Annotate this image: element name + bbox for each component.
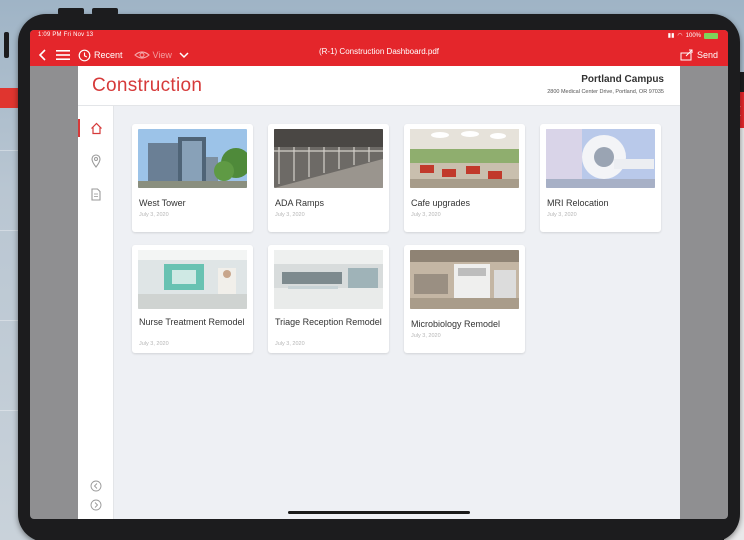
project-card-cafe-upgrades[interactable]: Cafe upgrades July 3, 2020 (404, 124, 525, 232)
send-button[interactable]: Send (680, 49, 718, 61)
home-icon (90, 122, 102, 134)
project-card-microbiology-remodel[interactable]: Microbiology Remodel July 3, 2020 (404, 245, 525, 353)
wifi-icon: ◠ (677, 33, 683, 39)
toolbar-nav: Recent View Send (30, 44, 728, 66)
dashboard-page: Construction Portland Campus 2800 Medica… (78, 66, 680, 519)
home-indicator[interactable] (288, 511, 470, 514)
project-date: July 3, 2020 (411, 333, 441, 339)
tablet-side-button (4, 32, 9, 58)
sidebar (78, 106, 114, 519)
sidebar-item-documents[interactable] (78, 183, 114, 205)
project-photo (138, 129, 247, 188)
project-name: MRI Relocation (547, 198, 609, 208)
project-name: Cafe upgrades (411, 198, 471, 208)
hamburger-menu-icon (56, 50, 70, 60)
eye-icon (133, 51, 150, 59)
signal-icon: ▮▮ (667, 33, 675, 39)
page-header: Construction Portland Campus 2800 Medica… (78, 66, 680, 106)
project-date: July 3, 2020 (547, 212, 577, 218)
sidebar-item-locations[interactable] (78, 150, 114, 172)
app-toolbar: 1:09 PM Fri Nov 13 ▮▮ ◠ 100% (R-1) Const… (30, 30, 728, 66)
project-name: ADA Ramps (275, 198, 325, 208)
campus-address: 2800 Medical Center Drive, Portland, OR … (547, 89, 664, 95)
clock-icon (78, 49, 91, 61)
project-name: Triage Reception Remodel (275, 317, 382, 327)
campus-name: Portland Campus (581, 74, 664, 85)
share-icon (680, 49, 693, 61)
back-chevron-icon (38, 49, 46, 61)
sidebar-expand-button[interactable] (78, 494, 114, 516)
project-date: July 3, 2020 (275, 341, 305, 347)
project-photo (274, 129, 383, 188)
battery-percent: 100% (685, 32, 701, 39)
send-label: Send (696, 50, 718, 60)
project-date: July 3, 2020 (139, 212, 169, 218)
back-button[interactable] (38, 48, 48, 62)
project-photo (410, 250, 519, 309)
status-time: 1:09 PM Fri Nov 13 (38, 32, 94, 38)
project-date: July 3, 2020 (411, 212, 441, 218)
project-date: July 3, 2020 (275, 212, 305, 218)
view-label: View (152, 50, 172, 60)
view-button[interactable]: View (133, 50, 190, 60)
tablet-screen: 1:09 PM Fri Nov 13 ▮▮ ◠ 100% (R-1) Const… (30, 30, 728, 519)
battery-icon (704, 32, 718, 39)
tablet-button (58, 8, 84, 15)
page-title: Construction (92, 75, 203, 96)
status-indicators: ▮▮ ◠ 100% (668, 32, 718, 39)
chevron-down-icon (179, 52, 189, 59)
chevron-left-circle-icon (90, 480, 102, 492)
chevron-right-circle-icon (90, 499, 102, 511)
sidebar-item-home[interactable] (78, 117, 114, 139)
document-icon (91, 187, 101, 201)
tablet-button (92, 8, 118, 15)
location-pin-icon (91, 154, 101, 168)
project-name: Nurse Treatment Remodel (139, 317, 245, 327)
project-card-ada-ramps[interactable]: ADA Ramps July 3, 2020 (268, 124, 389, 232)
recent-button[interactable]: Recent (78, 49, 123, 62)
project-name: West Tower (139, 198, 186, 208)
recent-label: Recent (94, 50, 123, 60)
project-photo (274, 250, 383, 309)
project-card-west-tower[interactable]: West Tower July 3, 2020 (132, 124, 253, 232)
project-name: Microbiology Remodel (411, 319, 501, 329)
project-card-nurse-treatment-remodel[interactable]: Nurse Treatment Remodel July 3, 2020 (132, 245, 253, 353)
menu-button[interactable] (56, 49, 70, 61)
project-photo (410, 129, 519, 188)
project-card-mri-relocation[interactable]: MRI Relocation July 3, 2020 (540, 124, 661, 232)
project-card-triage-reception-remodel[interactable]: Triage Reception Remodel July 3, 2020 (268, 245, 389, 353)
project-date: July 3, 2020 (139, 341, 169, 347)
project-photo (546, 129, 655, 188)
project-photo (138, 250, 247, 309)
